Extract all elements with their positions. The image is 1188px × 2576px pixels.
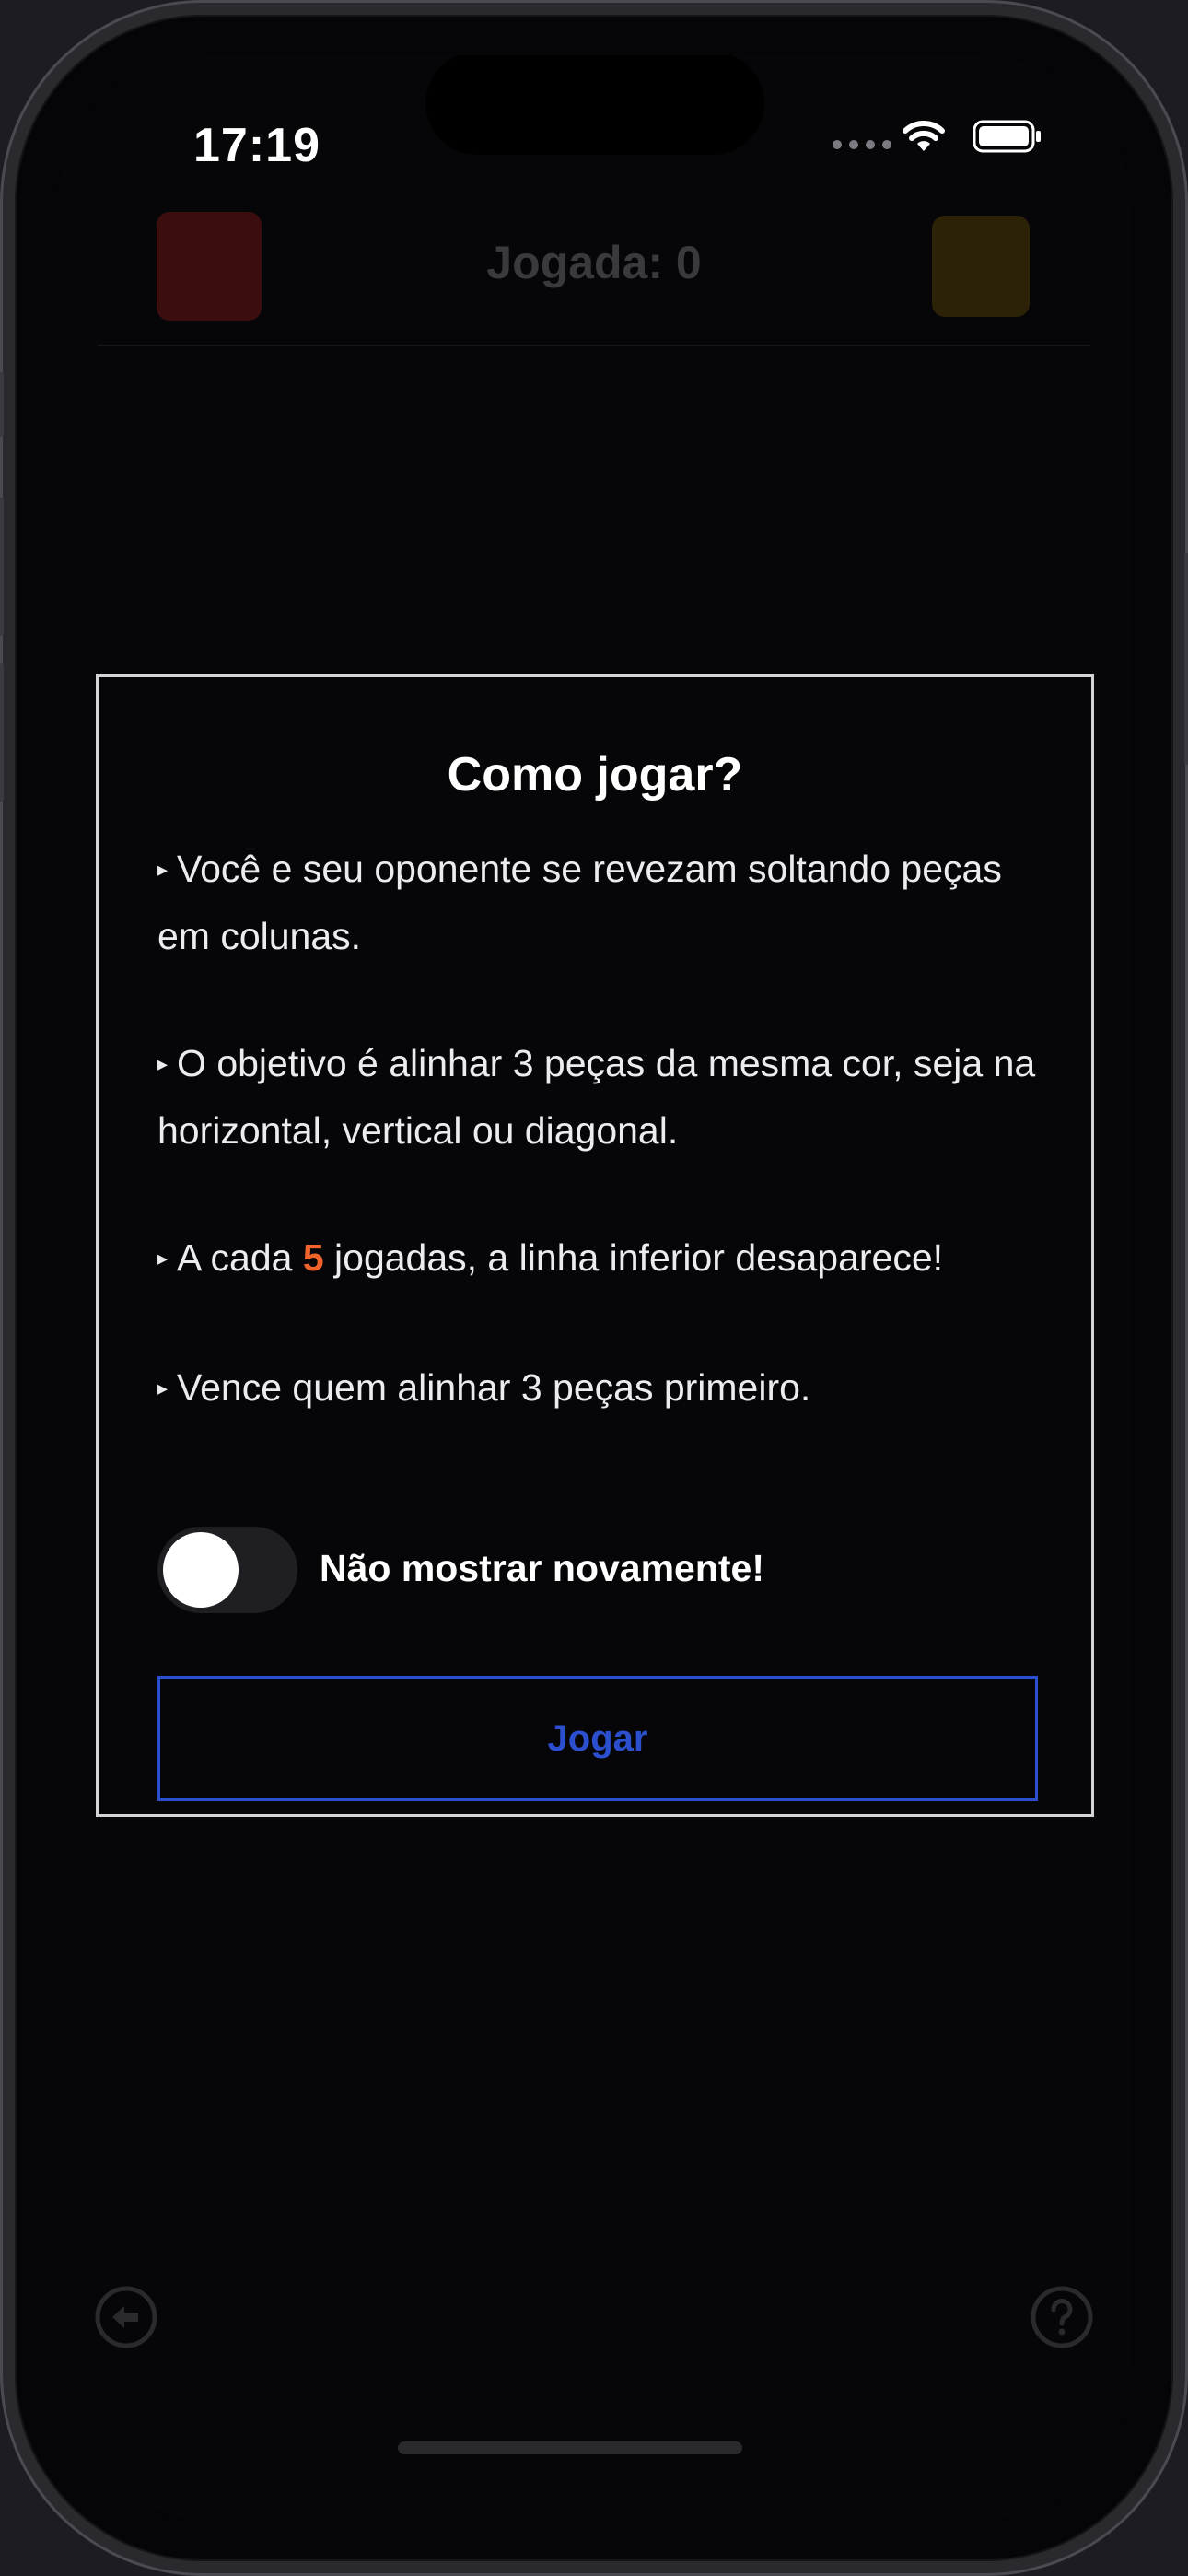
rule-item: ▸ Você e seu oponente se revezam soltando… xyxy=(157,836,1045,969)
header-divider xyxy=(98,345,1090,346)
volume-down-button xyxy=(0,663,4,802)
bullet-icon: ▸ xyxy=(157,1247,169,1270)
toggle-label: Não mostrar novamente! xyxy=(320,1547,765,1589)
player-two-indicator xyxy=(932,216,1030,317)
volume-up-button xyxy=(0,498,4,636)
help-icon[interactable] xyxy=(1030,2285,1094,2349)
bullet-icon: ▸ xyxy=(157,1376,169,1399)
screen: 17:19 Jogada: 0 Como jogar? ▸ Você e seu… xyxy=(57,55,1131,2521)
rule-text: Você e seu oponente se revezam soltando … xyxy=(157,848,1002,957)
dynamic-island xyxy=(425,55,764,155)
how-to-play-modal: Como jogar? ▸ Você e seu oponente se reve… xyxy=(96,674,1094,1817)
dont-show-again-toggle[interactable] xyxy=(157,1527,297,1613)
rule-item: ▸ A cada 5 jogadas, a linha inferior desa… xyxy=(157,1224,1045,1292)
home-indicator[interactable] xyxy=(398,2441,742,2454)
rule-highlight-number: 5 xyxy=(302,1236,324,1279)
rule-text-suffix: jogadas, a linha inferior desaparece! xyxy=(323,1236,944,1279)
play-button[interactable]: Jogar xyxy=(157,1676,1038,1801)
cellular-signal-icon xyxy=(833,140,891,149)
back-icon[interactable] xyxy=(94,2285,158,2349)
rule-text: Vence quem alinhar 3 peças primeiro. xyxy=(177,1366,811,1409)
rule-text: O objetivo é alinhar 3 peças da mesma co… xyxy=(157,1042,1036,1152)
wifi-icon xyxy=(903,121,945,151)
rule-item: ▸ Vence quem alinhar 3 peças primeiro. xyxy=(157,1354,1045,1422)
battery-icon xyxy=(973,120,1041,153)
modal-title: Como jogar? xyxy=(447,748,743,802)
power-button xyxy=(1184,553,1188,765)
phone-bezel: 17:19 Jogada: 0 Como jogar? ▸ Você e seu… xyxy=(15,15,1173,2561)
rule-text-prefix: A cada xyxy=(177,1236,303,1279)
bullet-icon: ▸ xyxy=(157,1052,169,1075)
toggle-knob xyxy=(163,1532,239,1608)
rule-item: ▸ O objetivo é alinhar 3 peças da mesma c… xyxy=(157,1030,1045,1164)
action-button xyxy=(0,372,4,437)
status-time: 17:19 xyxy=(193,119,320,172)
phone-frame: 17:19 Jogada: 0 Como jogar? ▸ Você e seu… xyxy=(0,0,1188,2576)
bullet-icon: ▸ xyxy=(157,858,169,881)
